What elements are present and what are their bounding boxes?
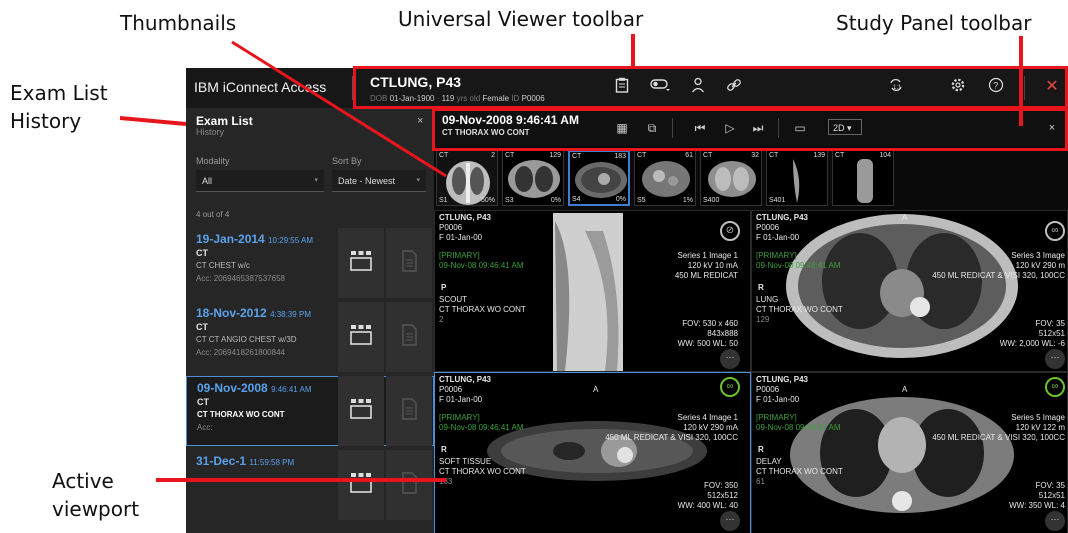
annotation-lines (119, 40, 447, 482)
thumbnails-pointer (231, 40, 447, 178)
exam-list-pointer (119, 116, 187, 126)
